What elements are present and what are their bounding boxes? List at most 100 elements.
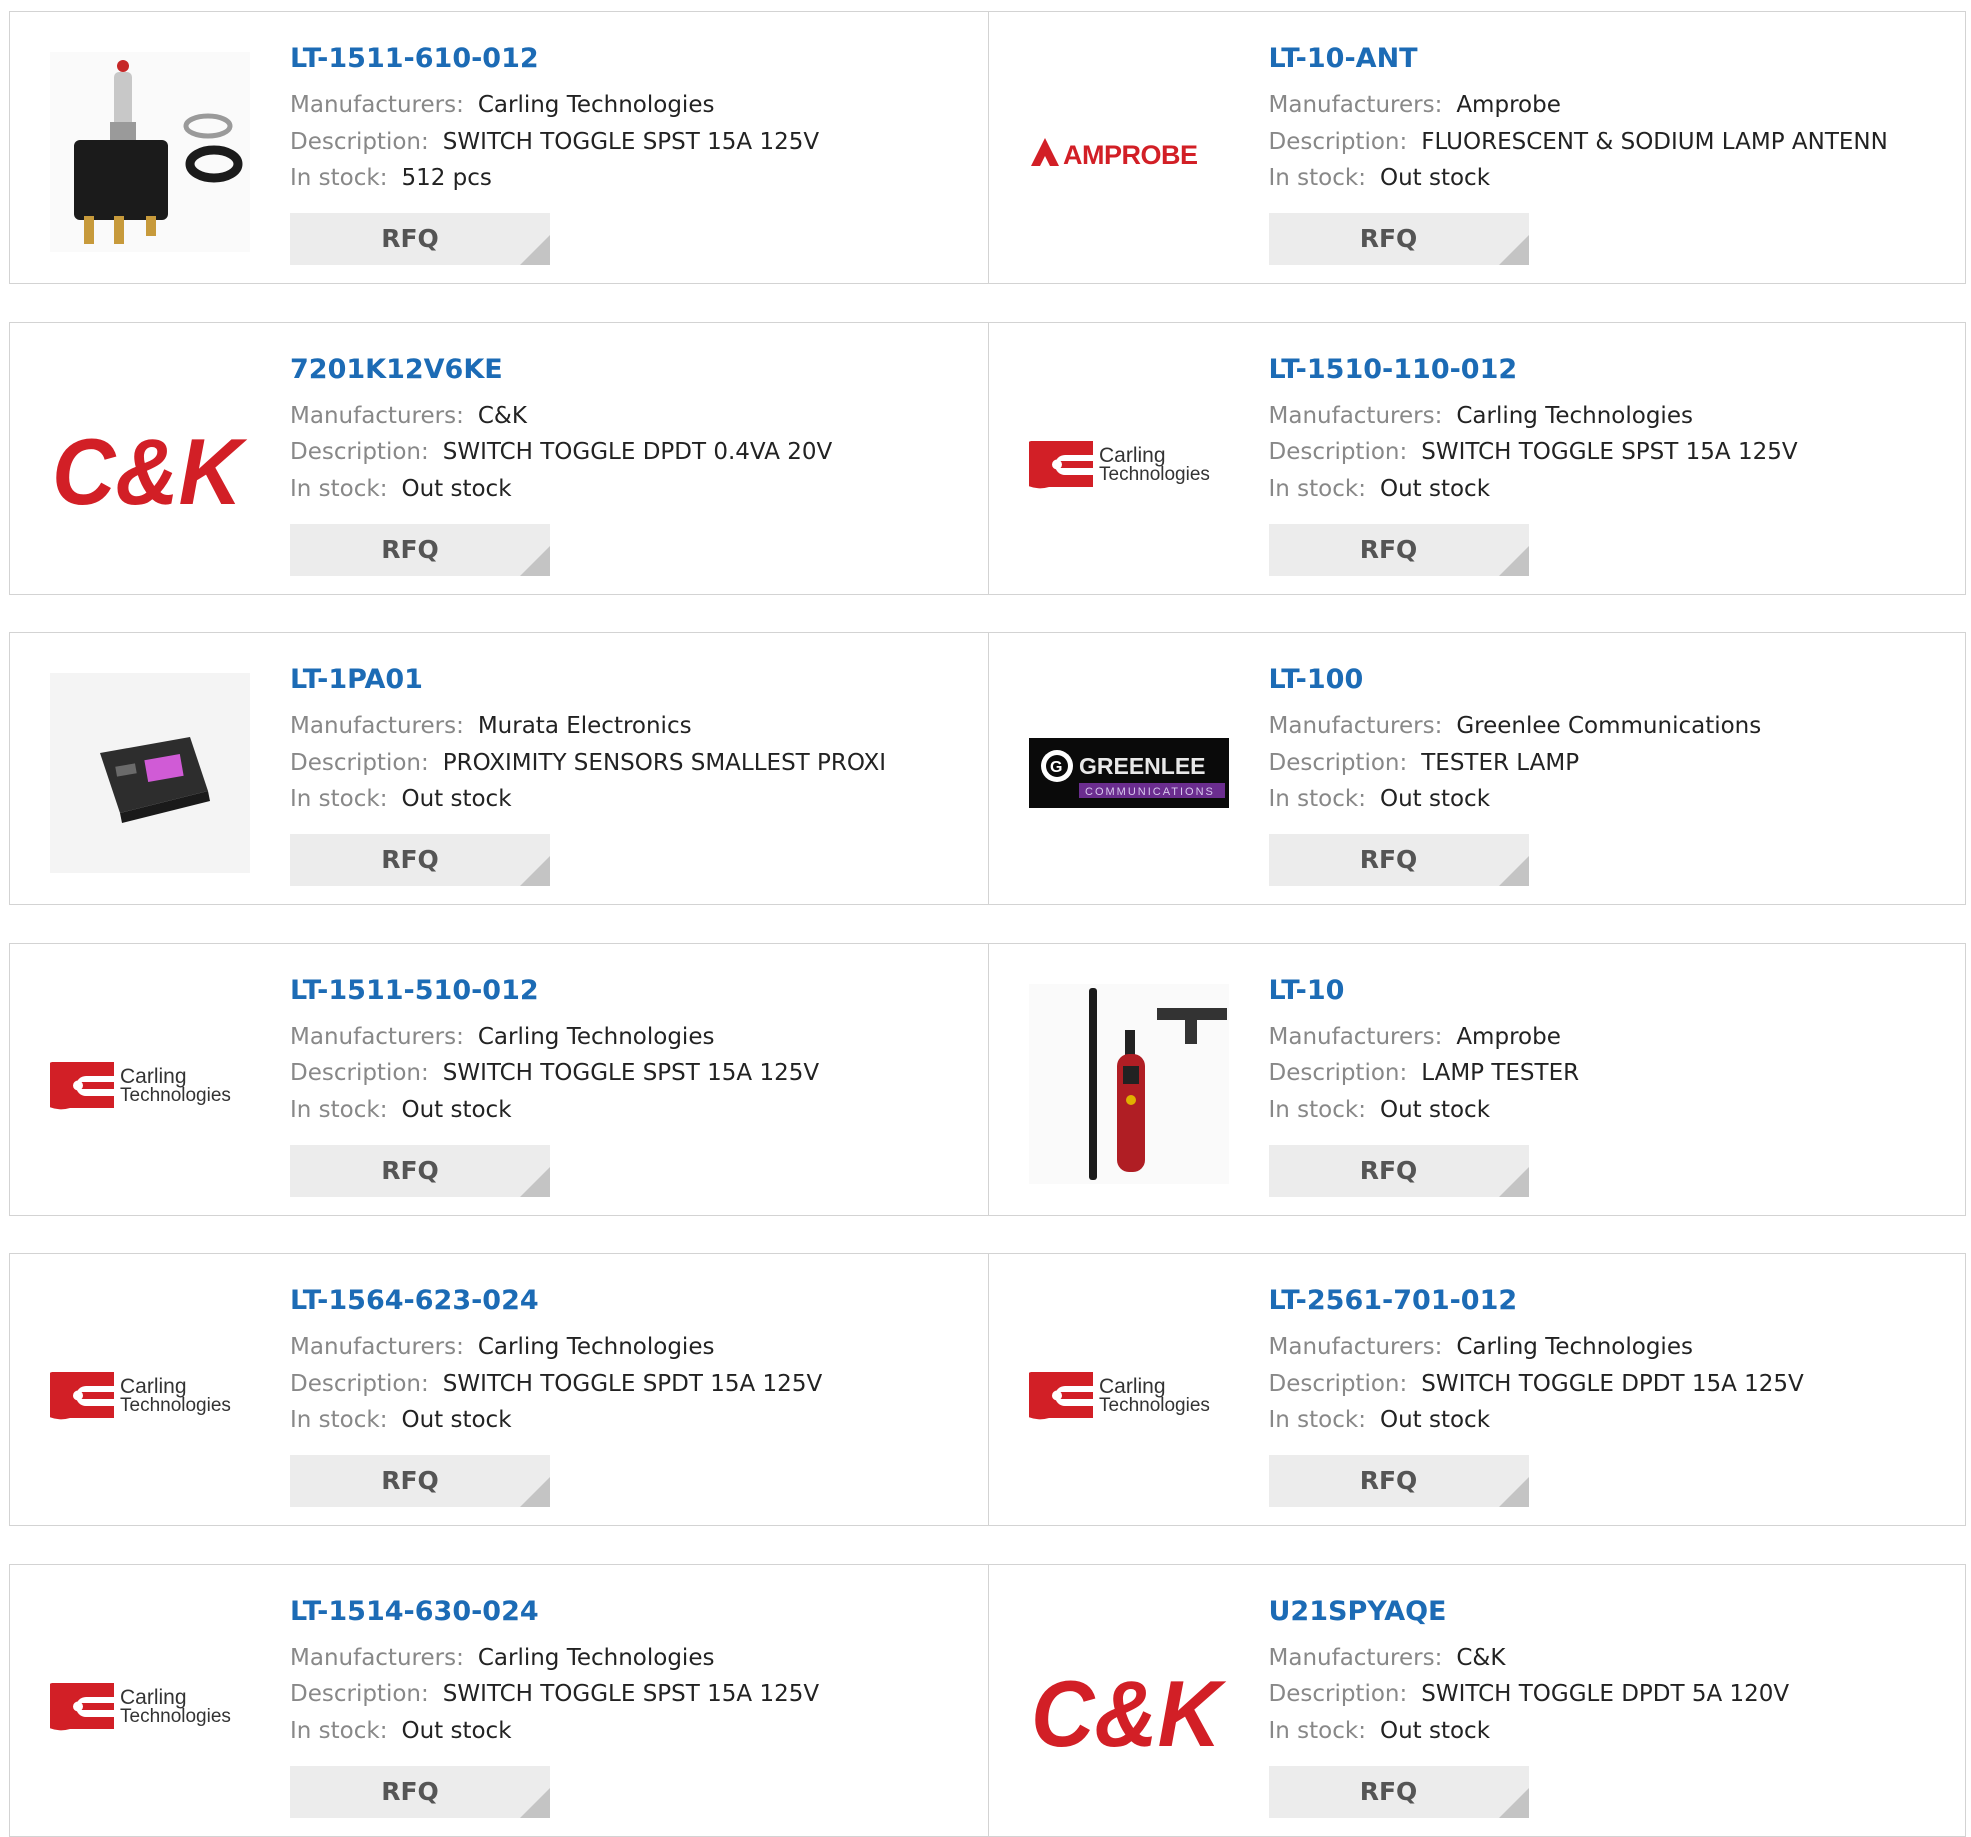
manufacturer-value: Carling Technologies (1456, 402, 1693, 429)
rfq-label: RFQ (1359, 1776, 1418, 1806)
stock-row: In stock: Out stock (290, 1713, 978, 1750)
description-label: Description: (290, 128, 429, 155)
rfq-button[interactable]: RFQ (1268, 834, 1529, 886)
description-value: SWITCH TOGGLE DPDT 5A 120V (1421, 1681, 1790, 1707)
product-row: C&K 7201K12V6KE Manufacturers: C&K Descri… (9, 321, 1966, 595)
rfq-button[interactable]: RFQ (1268, 1455, 1529, 1507)
product-card: G GREENLEE COMMUNICATIONS LT-100 Manufactu… (987, 633, 1966, 904)
rfq-label: RFQ (381, 845, 439, 874)
toggle-switch-photo[interactable] (50, 52, 250, 252)
stock-value: Out stock (1379, 475, 1491, 502)
part-number-link[interactable]: U21SPYAQE (1269, 1593, 1956, 1631)
stock-label: In stock: (290, 1096, 388, 1123)
carling-logo[interactable]: Carling Technologies (1028, 1294, 1229, 1494)
description-row: Description: SWITCH TOGGLE SPST 15A 125V (1269, 434, 1956, 471)
part-number-link[interactable]: LT-1511-610-012 (290, 40, 978, 78)
manufacturer-row: Manufacturers: Carling Technologies (290, 87, 978, 124)
sensor-photo[interactable] (50, 673, 250, 873)
manufacturer-row: Manufacturers: Carling Technologies (290, 1329, 978, 1366)
stock-value: Out stock (1379, 1717, 1491, 1744)
ck-logo[interactable]: C&K (1029, 1605, 1229, 1805)
stock-value: Out stock (1379, 1407, 1491, 1433)
part-number-link[interactable]: LT-1510-110-012 (1269, 351, 1956, 389)
product-info: LT-10-ANT Manufacturers: Amprobe Descript… (1269, 40, 1956, 197)
svg-text:Technologies: Technologies (120, 1706, 231, 1727)
stock-label: In stock: (290, 475, 388, 502)
description-value: FLUORESCENT & SODIUM LAMP ANTENN (1421, 128, 1888, 155)
manufacturer-value: Carling Technologies (1456, 1334, 1693, 1360)
part-number-link[interactable]: LT-1PA01 (290, 661, 978, 699)
rfq-button[interactable]: RFQ (290, 834, 550, 886)
manufacturer-row: Manufacturers: Greenlee Communications (1269, 708, 1956, 745)
svg-text:Technologies: Technologies (1099, 1395, 1210, 1416)
lamp-tester-photo[interactable] (1028, 983, 1229, 1184)
description-label: Description: (290, 439, 429, 465)
description-label: Description: (1268, 439, 1408, 465)
product-card: Carling Technologies LT-1511-510-012 Manu… (10, 944, 988, 1215)
part-number-link[interactable]: LT-1514-630-024 (290, 1593, 978, 1631)
product-card: LT-1511-610-012 Manufacturers: Carling Te… (10, 12, 988, 283)
part-number-link[interactable]: LT-10 (1269, 972, 1956, 1010)
manufacturer-row: Manufacturers: Carling Technologies (290, 1019, 978, 1056)
svg-text:G: G (1050, 759, 1062, 776)
stock-label: In stock: (1268, 1096, 1366, 1123)
carling-logo[interactable]: Carling Technologies (50, 1294, 250, 1494)
product-info: LT-1PA01 Manufacturers: Murata Electronic… (290, 661, 978, 818)
product-info: LT-1511-510-012 Manufacturers: Carling Te… (290, 972, 978, 1129)
part-number-link[interactable]: 7201K12V6KE (290, 351, 978, 389)
greenlee-logo[interactable]: G GREENLEE COMMUNICATIONS (1028, 673, 1229, 873)
ck-logo[interactable]: C&K (50, 363, 250, 563)
manufacturer-row: Manufacturers: C&K (1269, 1640, 1956, 1677)
corner-fold-icon (520, 235, 550, 265)
part-number-link[interactable]: LT-100 (1269, 661, 1956, 699)
description-row: Description: SWITCH TOGGLE SPST 15A 125V (290, 1055, 978, 1092)
carling-logo[interactable]: Carling Technologies (50, 1605, 250, 1805)
rfq-button[interactable]: RFQ (1268, 213, 1529, 265)
description-row: Description: SWITCH TOGGLE SPST 15A 125V (290, 124, 978, 161)
stock-value: Out stock (401, 1407, 512, 1433)
part-number-link[interactable]: LT-1564-623-024 (290, 1282, 978, 1320)
corner-fold-icon (1498, 1477, 1529, 1507)
rfq-label: RFQ (1359, 845, 1418, 874)
svg-text:C&K: C&K (1031, 1661, 1227, 1760)
rfq-button[interactable]: RFQ (290, 523, 550, 576)
manufacturer-row: Manufacturers: Amprobe (1269, 87, 1956, 124)
rfq-label: RFQ (1359, 1155, 1418, 1185)
description-row: Description: TESTER LAMP (1269, 745, 1956, 782)
product-card: LT-1PA01 Manufacturers: Murata Electronic… (10, 633, 988, 904)
rfq-label: RFQ (1359, 224, 1418, 253)
rfq-button[interactable]: RFQ (1268, 1144, 1529, 1197)
product-card: C&K U21SPYAQE Manufacturers: C&K Descript… (987, 1564, 1966, 1836)
carling-logo[interactable]: Carling Technologies (1028, 363, 1229, 563)
rfq-button[interactable]: RFQ (290, 1765, 550, 1818)
stock-label: In stock: (1268, 786, 1366, 812)
corner-fold-icon (520, 545, 550, 576)
product-row: Carling Technologies LT-1511-510-012 Manu… (9, 942, 1966, 1216)
rfq-button[interactable]: RFQ (290, 1455, 550, 1507)
rfq-label: RFQ (381, 1155, 439, 1185)
amprobe-logo[interactable]: AMPROBE (1029, 52, 1229, 252)
rfq-button[interactable]: RFQ (1268, 523, 1529, 576)
rfq-button[interactable]: RFQ (290, 213, 550, 265)
description-label: Description: (1268, 1370, 1408, 1397)
svg-text:Technologies: Technologies (120, 1395, 231, 1416)
manufacturer-label: Manufacturers: (290, 1023, 464, 1050)
corner-fold-icon (1498, 856, 1529, 886)
manufacturer-row: Manufacturers: Carling Technologies (1269, 398, 1956, 435)
carling-logo[interactable]: Carling Technologies (50, 984, 250, 1184)
stock-label: In stock: (1268, 475, 1366, 502)
product-card: Carling Technologies LT-1514-630-024 Manu… (10, 1565, 988, 1836)
part-number-link[interactable]: LT-10-ANT (1269, 40, 1956, 78)
rfq-button[interactable]: RFQ (290, 1144, 550, 1197)
description-label: Description: (1268, 128, 1408, 155)
manufacturer-value: Carling Technologies (477, 1334, 715, 1360)
part-number-link[interactable]: LT-1511-510-012 (290, 972, 978, 1010)
stock-row: In stock: Out stock (1269, 1092, 1956, 1129)
stock-value: Out stock (1379, 165, 1491, 191)
part-number-link[interactable]: LT-2561-701-012 (1269, 1282, 1956, 1320)
manufacturer-label: Manufacturers: (1268, 1644, 1443, 1671)
stock-row: In stock: Out stock (290, 1402, 978, 1439)
manufacturer-value: Murata Electronics (477, 713, 692, 739)
rfq-button[interactable]: RFQ (1268, 1765, 1529, 1818)
stock-row: In stock: Out stock (1269, 1713, 1956, 1750)
